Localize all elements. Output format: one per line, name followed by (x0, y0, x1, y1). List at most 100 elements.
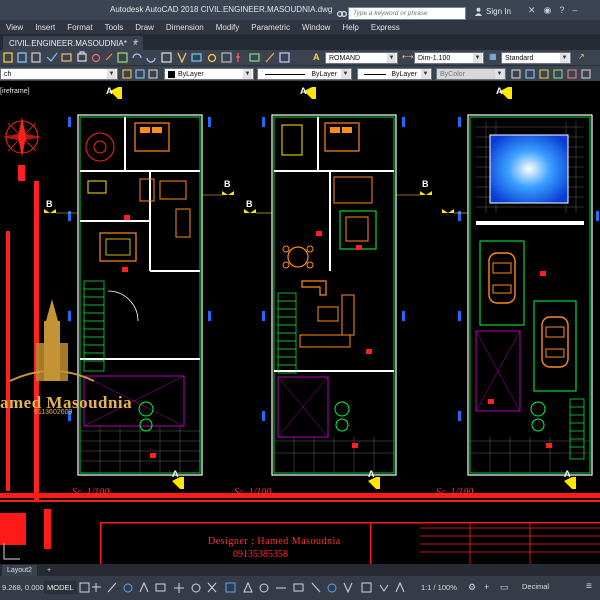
chevron-down-icon: ▼ (421, 69, 430, 79)
settings-icon[interactable]: ⚙ (468, 582, 476, 593)
minimize-icon[interactable]: – (572, 5, 577, 16)
menu-express[interactable]: Express (365, 23, 406, 32)
ucs-icon (3, 543, 20, 560)
menu-dimension[interactable]: Dimension (160, 23, 210, 32)
section-mark-label: B (46, 199, 53, 209)
watermark-phone: 9113602609 (34, 409, 73, 416)
toolbar-icons-left[interactable] (0, 50, 300, 65)
help-icon[interactable]: ? (559, 5, 564, 16)
section-mark-label: A (496, 86, 503, 96)
new-tab-icon[interactable]: + (133, 37, 139, 48)
menu-parametric[interactable]: Parametric (245, 23, 296, 32)
dim-style-value: Dim-1.100 (418, 54, 451, 62)
title-block-edge (100, 522, 102, 564)
designer-phone: 09135385358 (233, 549, 288, 560)
designer-label: Designer : Hamed Masoudnia (208, 536, 341, 547)
dim-style-dropdown[interactable]: Dim-1.100 ▼ (414, 52, 484, 64)
section-mark-label: A (564, 469, 571, 479)
car-icon (541, 316, 569, 368)
section-mark-label: B (422, 179, 429, 189)
status-bar: 9.268, 0.000 MODEL 1:1 / 100% ⚙ + ▭ Deci… (0, 576, 600, 600)
dim-style-icon[interactable]: ⟷ (402, 52, 413, 61)
search-field[interactable] (348, 7, 466, 20)
plotstyle-dropdown[interactable]: ByColor ▼ (436, 68, 506, 80)
window-title: Autodesk AutoCAD 2018 CIVIL.ENGINEER.MAS… (110, 5, 333, 14)
logo-building-icon (9, 299, 95, 382)
pool-icon (489, 134, 569, 204)
color-dropdown[interactable]: ByLayer ▼ (164, 68, 254, 80)
properties-toolbar: ch ▼ ByLayer ▼ ByLayer ▼ ByLayer ▼ ByColor ▼ (0, 65, 600, 81)
red-border-left-inner (34, 181, 39, 501)
sign-in-label: Sign In (486, 7, 511, 16)
drafting-tools-icons[interactable] (78, 581, 418, 595)
title-block-line (100, 522, 600, 524)
title-bar: Autodesk AutoCAD 2018 CIVIL.ENGINEER.MAS… (0, 0, 600, 22)
menu-tools[interactable]: Tools (99, 23, 130, 32)
layout-tabs: Layout2 + (0, 564, 600, 576)
drawing-canvas[interactable]: [ireframe] A A A B B B B A A A amed Maso… (0, 81, 600, 564)
linetype-dropdown[interactable]: ByLayer ▼ (257, 68, 352, 80)
document-tab[interactable]: CIVIL.ENGINEER.MASOUDNIA* × (3, 36, 144, 50)
text-style-icon[interactable]: A (313, 52, 320, 62)
frame-line-bottom-2 (0, 500, 600, 502)
search-input[interactable] (353, 10, 465, 17)
section-mark-label: A (368, 469, 375, 479)
multileader-style-icon[interactable]: ↗ (578, 52, 585, 61)
chevron-down-icon: ▼ (107, 69, 116, 79)
menu-format[interactable]: Format (61, 23, 98, 32)
layer-dropdown[interactable]: ch ▼ (0, 68, 118, 80)
tab-layout2[interactable]: Layout2 (2, 565, 37, 576)
hamburger-icon[interactable]: ≡ (586, 581, 592, 592)
exchange-icon[interactable]: ✕ (528, 5, 536, 16)
color-value: ByLayer (178, 70, 204, 78)
isolate-icon[interactable]: ▭ (500, 582, 509, 593)
model-space-button[interactable]: MODEL (44, 581, 77, 594)
user-group-icon[interactable]: ◉ (544, 5, 552, 16)
section-lines (56, 194, 468, 214)
scale-label: Sc. 1/100 (72, 487, 110, 498)
add-layout-tab[interactable]: + (42, 565, 56, 576)
lineweight-sample-icon (364, 73, 387, 75)
north-compass-icon (2, 117, 42, 157)
menu-modify[interactable]: Modify (210, 23, 246, 32)
menu-bar: View Insert Format Tools Draw Dimension … (0, 20, 600, 34)
table-style-value: Standard (505, 54, 534, 62)
tab-layout2-label: Layout2 (7, 567, 32, 574)
table-style-dropdown[interactable]: Standard ▼ (501, 52, 571, 64)
section-mark-label: B (246, 199, 253, 209)
layer-tools-icons[interactable] (121, 67, 161, 81)
floor-plan-3 (458, 114, 599, 476)
red-bar (44, 509, 51, 549)
section-mark-label: A (300, 86, 307, 96)
floor-plan-2 (262, 114, 405, 476)
menu-help[interactable]: Help (336, 23, 364, 32)
red-marker (18, 165, 25, 181)
sign-in-button[interactable]: Sign In (474, 7, 511, 16)
menu-view[interactable]: View (0, 23, 29, 32)
layer-value: ch (4, 70, 12, 78)
scale-label: Sc. 1/100 (436, 487, 474, 498)
annotation-scale[interactable]: 1:1 / 100% (421, 583, 457, 592)
binoculars-icon[interactable] (337, 8, 347, 18)
lineweight-dropdown[interactable]: ByLayer ▼ (357, 68, 432, 80)
title-block-table (420, 522, 600, 564)
chevron-down-icon: ▼ (243, 69, 252, 79)
table-style-icon[interactable]: ▦ (489, 52, 497, 61)
menu-window[interactable]: Window (296, 23, 336, 32)
text-style-dropdown[interactable]: ROMAND ▼ (325, 52, 398, 64)
document-tab-label: CIVIL.ENGINEER.MASOUDNIA* (9, 38, 127, 48)
title-block-divider (370, 522, 372, 564)
add-icon: + (47, 567, 52, 574)
units-display[interactable]: Decimal (522, 582, 549, 591)
car-icon (488, 252, 516, 304)
document-tabs: CIVIL.ENGINEER.MASOUDNIA* × + (0, 34, 600, 50)
properties-tools-icons[interactable] (510, 67, 600, 81)
menu-draw[interactable]: Draw (129, 23, 160, 32)
text-style-value: ROMAND (329, 54, 361, 62)
menu-insert[interactable]: Insert (29, 23, 61, 32)
linetype-sample-icon (265, 73, 306, 75)
coordinates-readout[interactable]: 9.268, 0.000 (2, 583, 44, 592)
lineweight-value: ByLayer (391, 70, 417, 78)
section-mark-label: A (172, 469, 179, 479)
plus-icon[interactable]: + (484, 582, 489, 592)
